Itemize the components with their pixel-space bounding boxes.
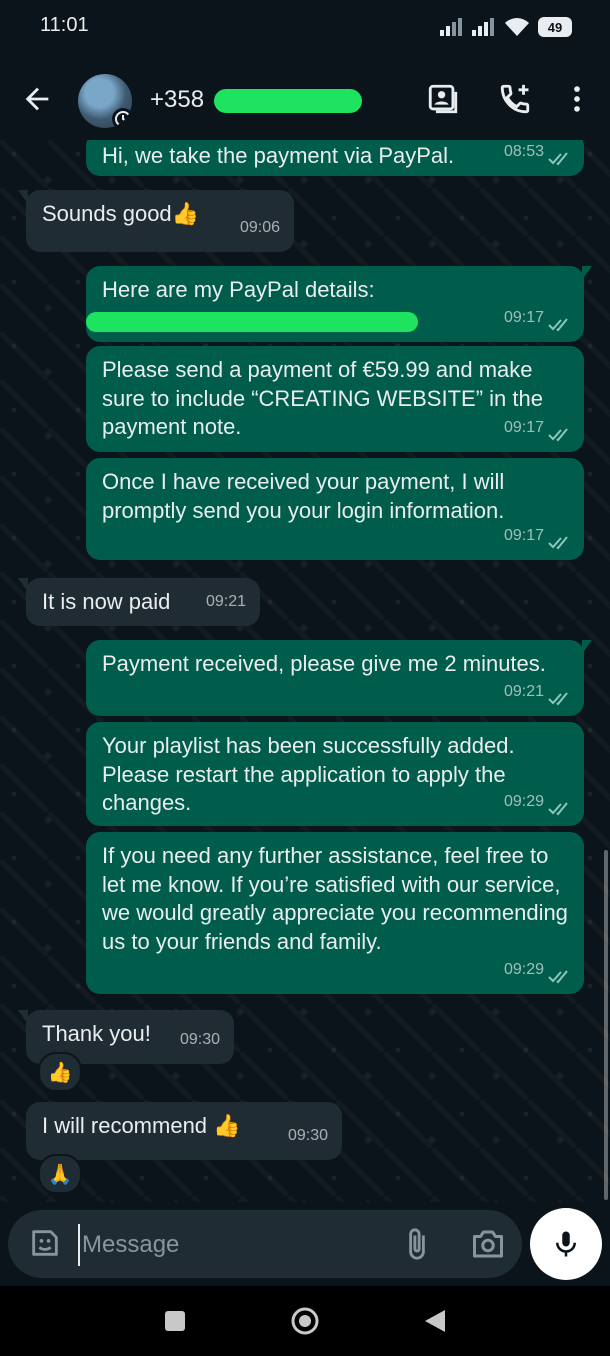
message-text: Payment received, please give me 2 minut… [102,651,546,676]
status-time: 11:01 [40,14,89,36]
mic-icon [556,1231,576,1257]
reaction-badge[interactable]: 🙏 [38,1154,82,1194]
message-incoming[interactable]: It is now paid 09:21 [18,578,260,626]
message-text: Once I have received your payment, I wil… [102,469,505,523]
battery-icon: 49 [538,17,572,37]
message-input[interactable] [78,1224,384,1266]
message-time: 09:17 [503,308,544,326]
chat-area[interactable]: Hi, we take the payment via PayPal. 08:5… [0,140,610,1202]
message-time: 09:21 [503,682,544,700]
status-bar: 11:01 49 [0,0,610,56]
status-icons: 49 [440,14,572,40]
back-arrow-icon[interactable] [20,82,54,116]
reaction-emoji: 👍 [47,1061,73,1084]
read-ticks-icon [548,428,568,442]
message-incoming[interactable]: Sounds good👍 09:06 [18,190,294,252]
message-time: 09:29 [503,792,544,810]
redaction-mark [214,89,362,113]
message-outgoing[interactable]: Your playlist has been successfully adde… [86,722,584,826]
message-outgoing[interactable]: Here are my PayPal details: 09:17 [86,266,592,342]
message-outgoing[interactable]: If you need any further assistance, feel… [86,832,584,994]
recents-icon[interactable] [160,1306,190,1336]
message-text: Hi, we take the payment via PayPal. [102,143,455,168]
message-text: I will recommend 👍 [42,1113,241,1138]
message-composer [8,1210,522,1278]
back-icon[interactable] [420,1306,450,1336]
add-call-icon[interactable] [498,82,532,116]
read-ticks-icon [548,318,568,332]
message-text: If you need any further assistance, feel… [102,843,568,954]
message-time: 09:17 [503,526,544,544]
signal-icon [440,18,462,36]
read-ticks-icon [548,802,568,816]
message-text: Here are my PayPal details: [102,277,375,302]
read-ticks-icon [548,692,568,706]
read-ticks-icon [548,536,568,550]
read-ticks-icon [548,152,568,166]
more-vert-icon[interactable] [560,82,594,116]
message-time: 09:17 [503,418,544,436]
signal-icon-2 [472,18,494,36]
mic-button[interactable] [530,1208,602,1280]
message-outgoing[interactable]: Payment received, please give me 2 minut… [86,640,592,716]
message-outgoing[interactable]: Please send a payment of €59.99 and make… [86,346,584,452]
message-time: 09:30 [287,1126,328,1144]
message-outgoing[interactable]: Hi, we take the payment via PayPal. 08:5… [86,140,584,176]
wifi-icon [505,18,529,36]
battery-level: 49 [547,19,563,35]
message-text: Please send a payment of €59.99 and make… [102,357,543,439]
read-ticks-icon [548,970,568,984]
reaction-badge[interactable]: 👍 [38,1052,82,1092]
timer-icon [115,111,131,127]
message-text: Your playlist has been successfully adde… [102,733,515,815]
message-time: 09:06 [239,218,280,236]
home-icon[interactable] [290,1306,320,1336]
camera-icon[interactable] [470,1226,506,1262]
emoji-icon[interactable] [28,1226,62,1260]
message-incoming[interactable]: I will recommend 👍 09:30 [26,1102,342,1160]
message-time: 09:21 [205,592,246,610]
message-outgoing[interactable]: Once I have received your payment, I wil… [86,458,584,560]
message-time: 08:53 [503,142,544,160]
system-nav-bar [0,1286,610,1356]
redaction-mark [86,312,418,332]
scrollbar[interactable] [604,850,608,1200]
message-time: 09:29 [503,960,544,978]
reaction-emoji: 🙏 [47,1163,73,1186]
contact-name[interactable]: +358 [150,86,204,114]
message-time: 09:30 [179,1030,220,1048]
attach-icon[interactable] [400,1226,434,1262]
contact-card-icon[interactable] [426,82,460,116]
status-ring [112,108,132,128]
avatar[interactable] [78,74,132,128]
